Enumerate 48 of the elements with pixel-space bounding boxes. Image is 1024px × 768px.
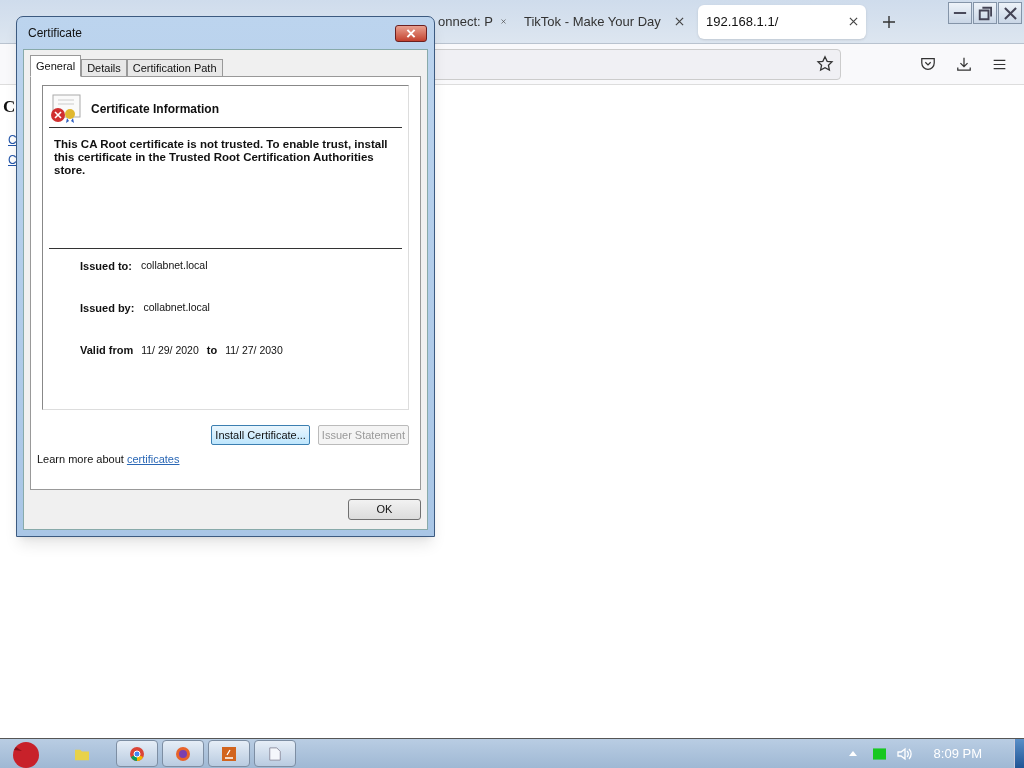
dialog-tab[interactable]: General (30, 55, 82, 77)
browser-tab[interactable]: TikTok - Make Your Day (514, 4, 692, 39)
taskbar-button[interactable] (254, 740, 296, 767)
untrusted-certificate-icon (49, 94, 81, 124)
valid-to-date: 11/ 27/ 2030 (225, 343, 283, 358)
pocket-icon (920, 56, 936, 72)
close-button[interactable] (998, 2, 1022, 24)
ok-button[interactable]: OK (348, 499, 421, 520)
valid-from-date: 11/ 29/ 2020 (141, 343, 199, 358)
restore-button[interactable] (973, 2, 997, 24)
new-tab-icon (882, 14, 896, 29)
browser-tab[interactable]: onnect: P (438, 4, 514, 39)
taskbar-button[interactable] (162, 740, 204, 767)
window-title: Certificate (28, 25, 83, 42)
dialog-tab[interactable]: Details (81, 59, 127, 77)
close-icon[interactable] (849, 17, 858, 26)
dialog-button[interactable]: Install Certificate... (211, 425, 310, 445)
page-heading: C (3, 97, 16, 117)
learn-more-text: Learn more about certificates (37, 452, 180, 467)
taskbar-button[interactable] (116, 740, 158, 767)
field-label: Valid from (80, 343, 134, 358)
document-icon (268, 745, 282, 762)
page-link[interactable]: C (8, 151, 17, 169)
restore-icon (978, 5, 992, 21)
field-label: Issued to: (80, 259, 132, 274)
close-icon (1003, 6, 1017, 20)
field-value: collabnet.local (143, 300, 210, 315)
browser-tab[interactable]: 192.168.1.1/ (698, 4, 866, 39)
minimize-icon (953, 11, 967, 15)
field-value: collabnet.local (140, 258, 208, 273)
section-title: Certificate Information (91, 101, 219, 118)
close-icon[interactable] (675, 17, 684, 26)
close-icon (406, 28, 416, 38)
trust-message: This CA Root certificate is not trusted. To enable trust, install this certificate in the Trusted Root Certification Authorities store. (53, 137, 389, 178)
taskbar-button[interactable] (208, 740, 250, 767)
firefox-icon (175, 745, 191, 762)
show-desktop-button[interactable] (1014, 739, 1024, 768)
star-icon (816, 55, 834, 73)
dialog-tab[interactable]: Certification Path (126, 59, 223, 77)
page-link[interactable]: C (8, 131, 17, 149)
app-icon (221, 745, 237, 762)
date-separator: to (206, 343, 218, 358)
chrome-icon (129, 745, 145, 762)
minimize-button[interactable] (948, 2, 972, 24)
field-label: Issued by: (80, 301, 135, 316)
certificates-link[interactable]: certificates (126, 453, 180, 465)
close-button[interactable] (395, 24, 427, 42)
download-icon (956, 56, 972, 72)
